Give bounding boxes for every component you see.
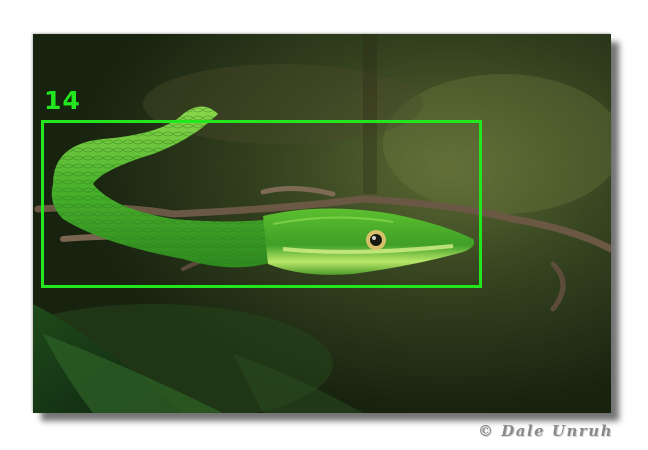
detection-label: 14 [44, 86, 81, 115]
copyright-watermark: © Dale Unruh [478, 422, 614, 440]
detection-bounding-box [41, 120, 482, 288]
